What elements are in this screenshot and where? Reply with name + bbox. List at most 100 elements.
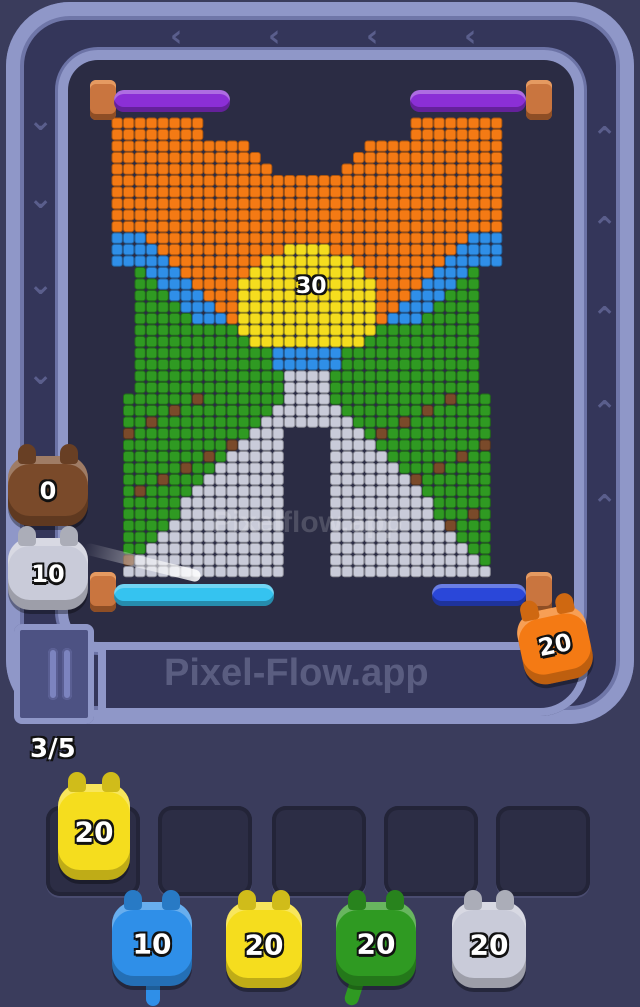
pixel-block xyxy=(192,497,204,509)
pixel-block xyxy=(169,520,181,532)
pixel-block xyxy=(123,117,135,129)
pixel-block xyxy=(399,439,411,451)
queue-critter-gray[interactable]: 20 xyxy=(452,890,526,988)
pipe-cap-top-right xyxy=(526,80,552,120)
pixel-block xyxy=(318,324,330,336)
pixel-block xyxy=(422,290,434,302)
pixel-block xyxy=(410,313,422,325)
pixel-block xyxy=(261,347,273,359)
pixel-block xyxy=(146,359,158,371)
pixel-block xyxy=(433,393,445,405)
pixel-block xyxy=(261,209,273,221)
pixel-block xyxy=(376,290,388,302)
pixel-block xyxy=(376,543,388,555)
pixel-block xyxy=(295,244,307,256)
queue-critter-blue[interactable]: 10 xyxy=(112,890,192,986)
pixel-block xyxy=(261,474,273,486)
pixel-block xyxy=(330,416,342,428)
pixel-block xyxy=(341,209,353,221)
pixel-block xyxy=(456,186,468,198)
pixel-block xyxy=(387,313,399,325)
queue-critter-green[interactable]: 20 xyxy=(336,890,416,986)
pixel-block xyxy=(192,244,204,256)
pixel-block xyxy=(399,382,411,394)
pixel-block xyxy=(468,255,480,267)
pixel-block xyxy=(157,163,169,175)
pixel-block xyxy=(146,347,158,359)
pixel-block xyxy=(249,313,261,325)
pixel-block xyxy=(468,301,480,313)
pixel-block xyxy=(330,186,342,198)
pixel-block xyxy=(261,163,273,175)
pixel-block xyxy=(134,485,146,497)
pixel-block xyxy=(479,117,491,129)
queue-critter-yellow[interactable]: 20 xyxy=(226,890,302,988)
pixel-block xyxy=(445,520,457,532)
pixel-block xyxy=(364,209,376,221)
pixel-block xyxy=(192,175,204,187)
pixel-block xyxy=(180,175,192,187)
pixel-block xyxy=(410,462,422,474)
pixel-block xyxy=(284,290,296,302)
holding-slot-3[interactable] xyxy=(272,806,366,896)
pixel-block xyxy=(238,382,250,394)
pixel-block xyxy=(399,405,411,417)
pixel-block xyxy=(376,163,388,175)
pixel-block xyxy=(238,359,250,371)
pixel-block xyxy=(376,347,388,359)
pixel-block xyxy=(445,152,457,164)
pixel-block xyxy=(364,554,376,566)
slot-critter-yellow[interactable]: 20 xyxy=(58,772,130,880)
holding-slot-4[interactable] xyxy=(384,806,478,896)
pixel-block xyxy=(192,290,204,302)
holding-slot-5[interactable] xyxy=(496,806,590,896)
pixel-block xyxy=(399,163,411,175)
pixel-block xyxy=(203,485,215,497)
pixel-block xyxy=(157,175,169,187)
pixel-block xyxy=(468,232,480,244)
pixel-block xyxy=(422,336,434,348)
critter-brown[interactable]: 0 xyxy=(8,444,88,526)
pixel-block xyxy=(169,232,181,244)
pixel-block xyxy=(146,163,158,175)
pixel-block xyxy=(387,439,399,451)
pixel-block xyxy=(249,152,261,164)
pixel-block xyxy=(445,221,457,233)
pixel-block xyxy=(353,244,365,256)
pixel-block xyxy=(192,543,204,555)
pixel-block xyxy=(410,290,422,302)
pixel-block xyxy=(376,416,388,428)
pixel-block xyxy=(192,313,204,325)
pixel-block xyxy=(376,554,388,566)
pixel-block xyxy=(387,209,399,221)
pixel-block xyxy=(226,221,238,233)
holding-slot-2[interactable] xyxy=(158,806,252,896)
pixel-block xyxy=(180,485,192,497)
critter-gray-shooter[interactable]: 10 xyxy=(8,526,88,610)
pixel-block xyxy=(307,359,319,371)
pixel-block xyxy=(123,186,135,198)
pixel-block xyxy=(376,301,388,313)
pixel-block xyxy=(249,485,261,497)
pixel-block xyxy=(399,175,411,187)
pixel-block xyxy=(261,290,273,302)
pixel-block xyxy=(422,186,434,198)
pixel-block xyxy=(456,416,468,428)
pixel-block xyxy=(456,405,468,417)
pixel-block xyxy=(433,474,445,486)
pixel-block xyxy=(410,485,422,497)
pixel-block xyxy=(249,451,261,463)
pixel-block xyxy=(410,209,422,221)
pixel-block xyxy=(456,474,468,486)
pixel-block xyxy=(399,462,411,474)
pixel-block xyxy=(134,508,146,520)
pixel-block xyxy=(284,221,296,233)
pixel-block xyxy=(330,301,342,313)
pixel-block xyxy=(157,370,169,382)
pixel-block xyxy=(226,198,238,210)
pixel-block xyxy=(203,439,215,451)
pixel-block xyxy=(364,324,376,336)
pixel-block xyxy=(226,462,238,474)
pixel-block xyxy=(238,313,250,325)
pixel-block xyxy=(307,244,319,256)
